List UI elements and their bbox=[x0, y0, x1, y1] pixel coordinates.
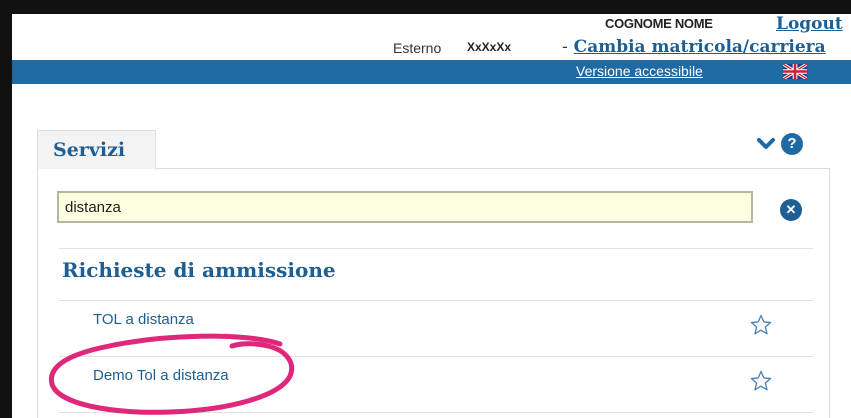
help-icon[interactable]: ? bbox=[781, 133, 803, 155]
tab-servizi[interactable]: Servizi bbox=[37, 130, 156, 169]
list-item[interactable]: Demo Tol a distanza bbox=[59, 357, 813, 413]
esterno-code: XxXxXx bbox=[467, 40, 512, 54]
top-bar: Versione accessibile bbox=[12, 60, 851, 84]
star-outline-icon[interactable] bbox=[749, 313, 773, 337]
search-input[interactable] bbox=[57, 191, 753, 223]
list-item-link[interactable]: TOL a distanza bbox=[93, 311, 194, 328]
cambia-dash: - bbox=[562, 37, 568, 57]
cambia-carriera-link[interactable]: Cambia matricola/carriera bbox=[574, 37, 826, 57]
accessible-version-link[interactable]: Versione accessibile bbox=[576, 63, 703, 79]
section-title: Richieste di ammissione bbox=[62, 258, 336, 282]
left-border bbox=[0, 0, 12, 418]
user-name: COGNOME NOME bbox=[605, 16, 713, 31]
uk-flag-icon[interactable] bbox=[783, 64, 807, 79]
divider bbox=[59, 248, 813, 249]
top-border bbox=[0, 0, 851, 14]
list-item-link[interactable]: Demo Tol a distanza bbox=[93, 367, 229, 384]
logout-link[interactable]: Logout bbox=[776, 14, 843, 34]
list-item[interactable]: TOL a distanza bbox=[59, 301, 813, 357]
clear-icon[interactable]: ✕ bbox=[780, 199, 802, 221]
cambia-carriera: - Cambia matricola/carriera bbox=[562, 37, 826, 57]
star-outline-icon[interactable] bbox=[749, 369, 773, 393]
tab-servizi-label: Servizi bbox=[53, 139, 126, 161]
header: COGNOME NOME Logout Esterno XxXxXx - Cam… bbox=[12, 14, 851, 60]
esterno-label: Esterno bbox=[393, 40, 442, 56]
chevron-down-icon[interactable] bbox=[756, 136, 776, 152]
